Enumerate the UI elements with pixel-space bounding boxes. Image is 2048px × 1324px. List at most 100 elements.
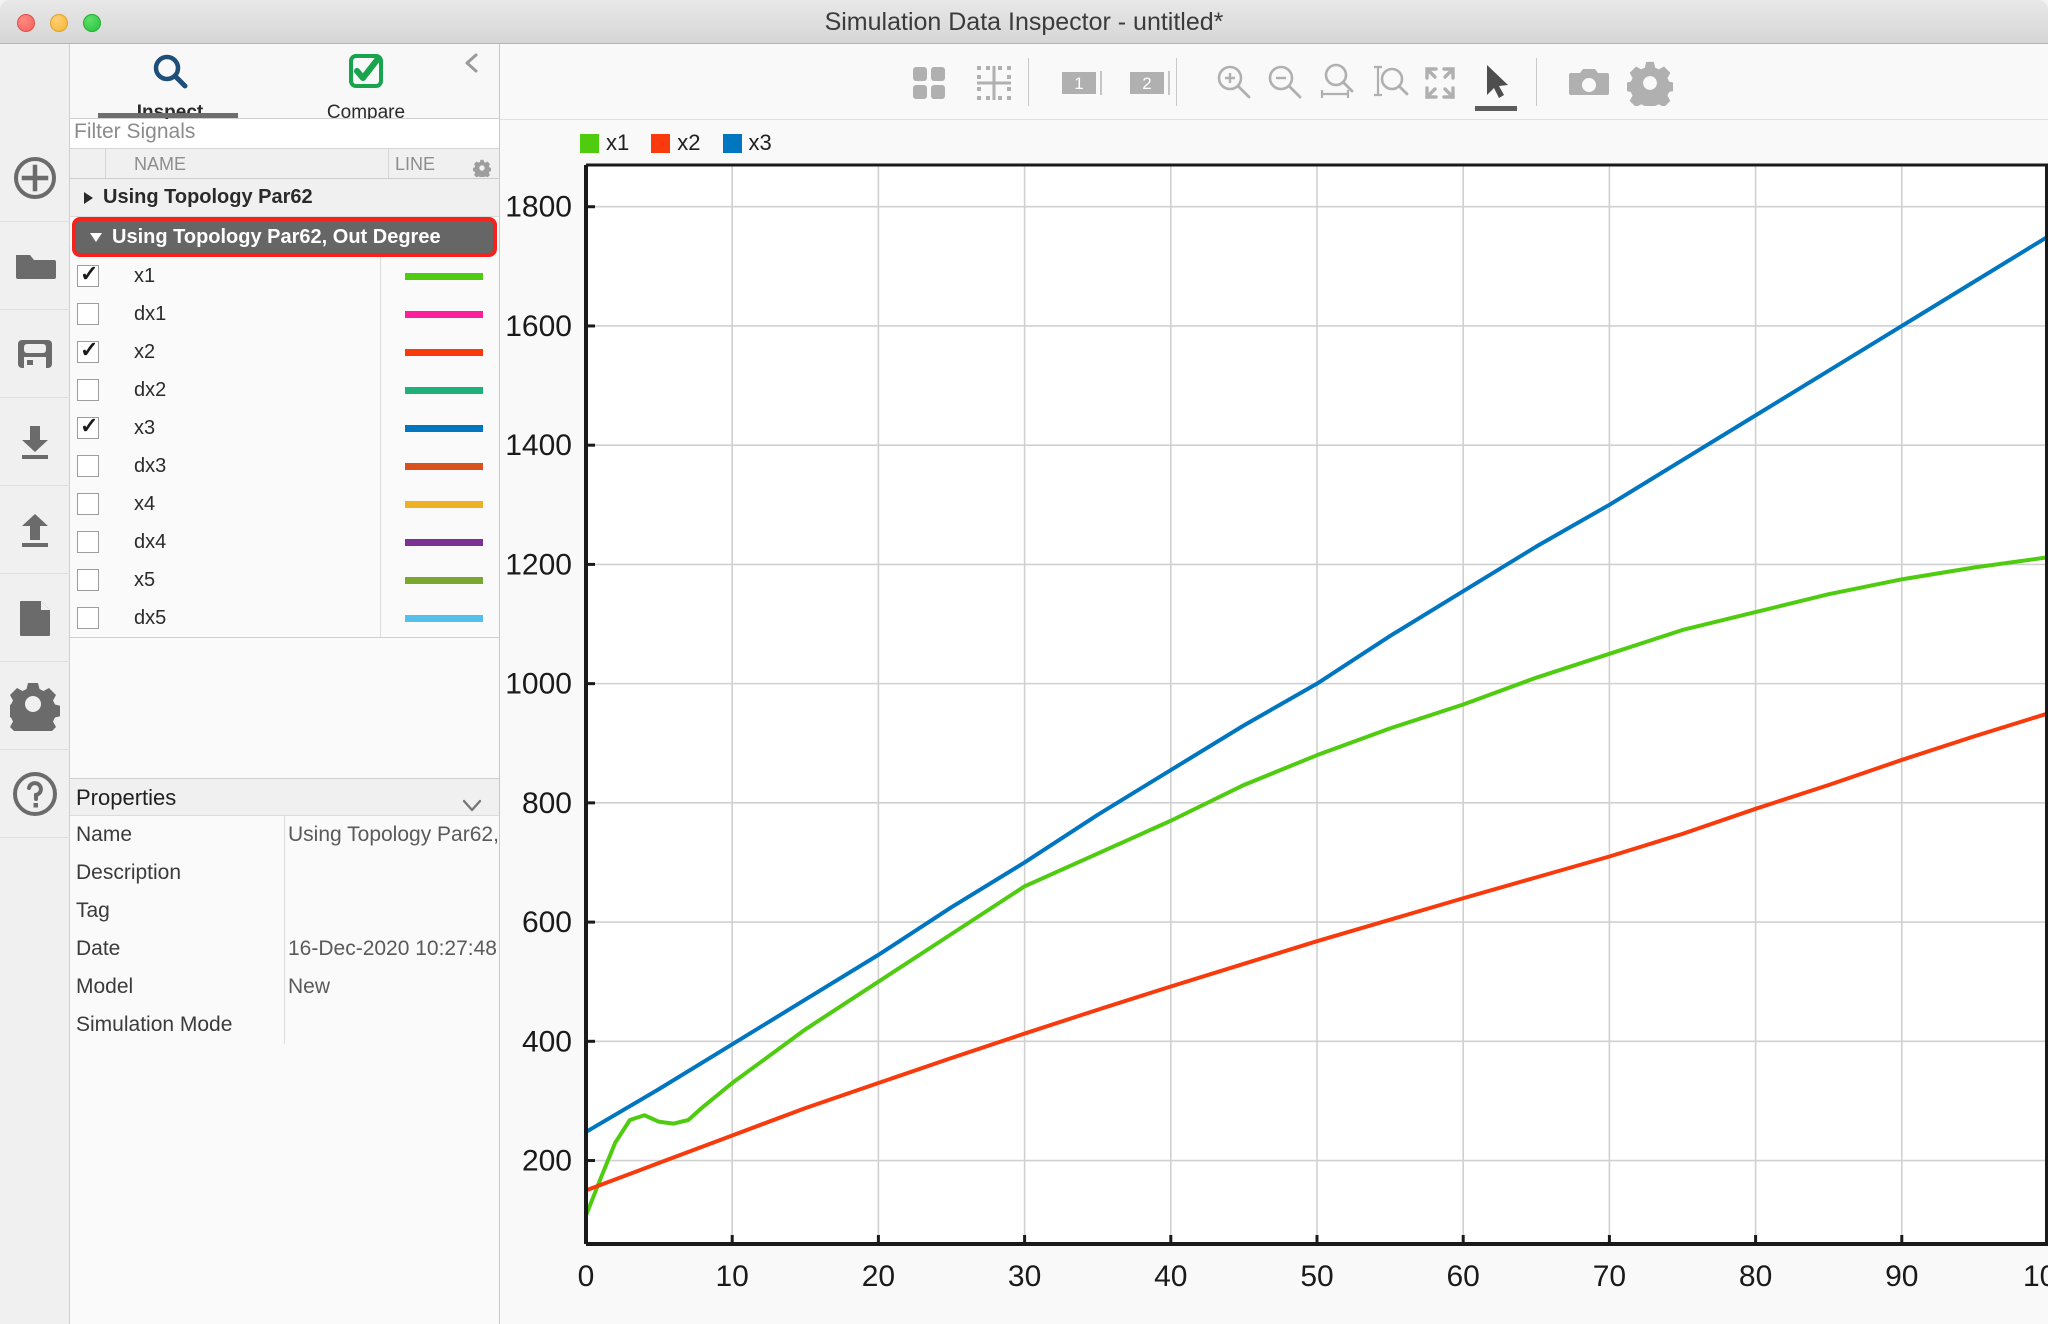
signal-checkbox-cell [70, 607, 106, 629]
table-row[interactable]: Model New [70, 968, 499, 1006]
line-color-swatch[interactable] [405, 501, 483, 508]
property-value [284, 1006, 499, 1044]
tab-inspect-underline [98, 113, 238, 118]
filter-signals-input[interactable]: Filter Signals [70, 119, 499, 149]
toolbar-separator [1028, 58, 1029, 106]
group-row-collapsed[interactable]: Using Topology Par62 [70, 179, 499, 217]
plot-1-button[interactable]: 1 [1058, 60, 1104, 106]
import-icon-button[interactable] [0, 398, 70, 486]
y-tick-label: 1000 [505, 668, 572, 701]
chart-svg[interactable]: 2004006008001000120014001600180001020304… [500, 120, 2048, 1324]
table-row[interactable]: Date 16-Dec-2020 10:27:48 [70, 930, 499, 968]
search-icon [148, 50, 192, 99]
left-icon-rail [0, 44, 70, 1324]
signal-checkbox[interactable] [77, 265, 99, 287]
list-item[interactable]: x3 [70, 409, 499, 447]
y-tick-label: 1400 [505, 429, 572, 462]
signal-line-cell [389, 501, 499, 508]
tab-compare[interactable]: Compare [266, 44, 466, 119]
zoom-x-icon-button[interactable] [1315, 60, 1361, 106]
signal-checkbox[interactable] [77, 341, 99, 363]
table-row[interactable]: Description [70, 854, 499, 892]
signal-line-cell [389, 349, 499, 356]
signal-checkbox[interactable] [77, 493, 99, 515]
y-tick-label: 400 [522, 1025, 572, 1058]
signal-checkbox[interactable] [77, 303, 99, 325]
chevron-left-icon[interactable] [457, 48, 487, 78]
signal-checkbox[interactable] [77, 379, 99, 401]
list-item[interactable]: dx5 [70, 599, 499, 637]
line-color-swatch[interactable] [405, 615, 483, 622]
zoom-y-icon-button[interactable] [1366, 60, 1412, 106]
chevron-down-icon[interactable] [90, 233, 102, 242]
list-item[interactable]: x5 [70, 561, 499, 599]
zoom-in-icon-button[interactable] [1211, 60, 1257, 106]
line-color-swatch[interactable] [405, 539, 483, 546]
chevron-right-icon[interactable] [84, 192, 93, 204]
list-item[interactable]: dx2 [70, 371, 499, 409]
help-icon [10, 769, 60, 819]
list-item[interactable]: dx3 [70, 447, 499, 485]
signal-line-cell [389, 425, 499, 432]
snapshot-camera-icon-button[interactable] [1566, 60, 1612, 106]
list-item[interactable]: x4 [70, 485, 499, 523]
signal-checkbox[interactable] [77, 569, 99, 591]
line-color-swatch[interactable] [405, 273, 483, 280]
layout-grid-icon [906, 93, 952, 110]
plot-2-button[interactable]: 2 [1126, 60, 1172, 106]
group-label: Using Topology Par62 [103, 186, 313, 209]
add-icon [12, 155, 58, 201]
signal-list: x1 dx1 x2 dx2 x3 [70, 257, 499, 638]
list-item[interactable]: x2 [70, 333, 499, 371]
list-item[interactable]: x1 [70, 257, 499, 295]
line-color-swatch[interactable] [405, 463, 483, 470]
preferences-gear-icon-button[interactable] [0, 662, 70, 750]
report-icon-button[interactable] [0, 574, 70, 662]
signal-checkbox[interactable] [77, 531, 99, 553]
cursor-arrow-icon-button[interactable] [1473, 60, 1519, 106]
line-color-swatch[interactable] [405, 577, 483, 584]
properties-header[interactable]: Properties [70, 778, 499, 816]
line-color-swatch[interactable] [405, 387, 483, 394]
table-row[interactable]: Name Using Topology Par62,... [70, 816, 499, 854]
signal-name: dx1 [106, 303, 389, 326]
zoom-out-icon [1262, 93, 1308, 110]
sparse-grid-icon-button[interactable] [971, 60, 1017, 106]
snapshot-camera-icon [1566, 93, 1612, 110]
export-icon [12, 507, 58, 553]
line-color-swatch[interactable] [405, 349, 483, 356]
svg-text:2: 2 [1142, 74, 1151, 93]
table-row[interactable]: Tag [70, 892, 499, 930]
plot-area-panel: 1 2 [500, 44, 2048, 1324]
layout-grid-icon-button[interactable] [906, 60, 952, 106]
add-icon-button[interactable] [0, 134, 70, 222]
save-icon-button[interactable] [0, 310, 70, 398]
signal-checkbox[interactable] [77, 417, 99, 439]
property-value: New [284, 968, 499, 1006]
group-row-selected[interactable]: Using Topology Par62, Out Degree [72, 217, 497, 257]
plot-2-icon: 2 [1126, 93, 1172, 110]
signal-line-cell [389, 387, 499, 394]
signal-checkbox-cell [70, 341, 106, 363]
fit-to-view-icon-button[interactable] [1417, 60, 1463, 106]
folder-open-icon-button[interactable] [0, 222, 70, 310]
list-item[interactable]: dx4 [70, 523, 499, 561]
signal-name: x5 [106, 569, 389, 592]
signal-checkbox[interactable] [77, 455, 99, 477]
folder-open-icon [12, 243, 58, 289]
export-icon-button[interactable] [0, 486, 70, 574]
tab-inspect[interactable]: Inspect [70, 44, 270, 119]
property-key: Name [70, 816, 284, 854]
zoom-out-icon-button[interactable] [1262, 60, 1308, 106]
help-icon-button[interactable] [0, 750, 70, 838]
line-color-swatch[interactable] [405, 425, 483, 432]
list-item[interactable]: dx1 [70, 295, 499, 333]
settings-gear-icon-button[interactable] [1627, 60, 1673, 106]
property-value [284, 892, 499, 930]
fit-to-view-icon [1417, 93, 1463, 110]
line-chart[interactable]: 2004006008001000120014001600180001020304… [500, 120, 2048, 1324]
x-tick-label: 80 [1739, 1260, 1772, 1293]
line-color-swatch[interactable] [405, 311, 483, 318]
signal-checkbox[interactable] [77, 607, 99, 629]
table-row[interactable]: Simulation Mode [70, 1006, 499, 1044]
